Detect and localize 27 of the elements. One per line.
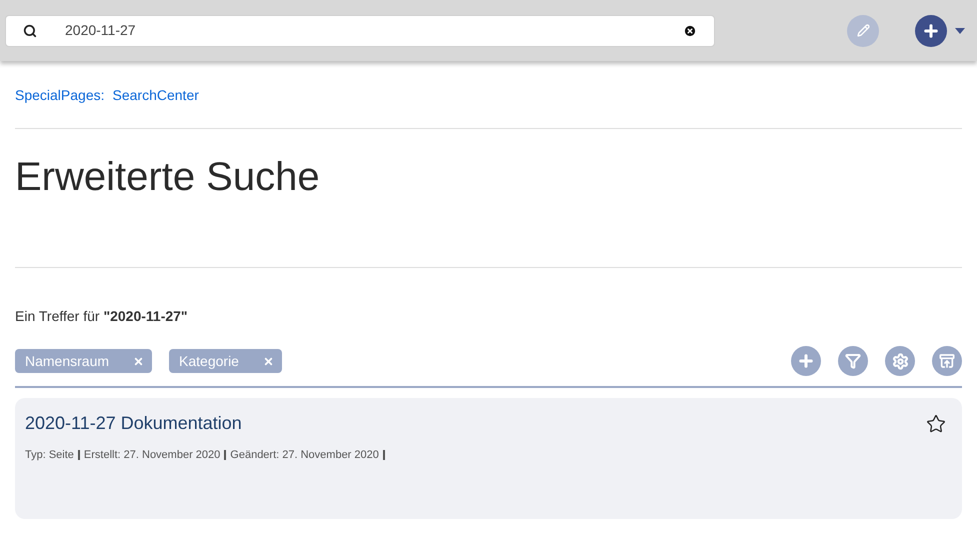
result-meta: Erstellt: 27. November 2020 — [84, 448, 220, 463]
settings-icon — [892, 352, 908, 370]
result-count: Ein Treffer für "2020-11-27" — [15, 307, 189, 326]
page-title: Erweiterte Suche — [15, 154, 321, 201]
plus-icon — [797, 352, 815, 370]
remove-icon[interactable] — [262, 356, 274, 366]
create-button[interactable] — [915, 14, 947, 46]
result-meta: Typ: Seite — [25, 448, 74, 463]
result-meta: Geändert: 27. November 2020 — [230, 448, 379, 463]
search-field[interactable]: 2020-11-27 — [5, 14, 715, 46]
result-title[interactable]: 2020-11-27 Dokumentation — [25, 413, 242, 433]
add-button[interactable] — [791, 346, 821, 376]
search-input[interactable]: 2020-11-27 — [65, 20, 683, 41]
breadcrumb-link[interactable]: SearchCenter — [112, 85, 199, 106]
breadcrumb-link[interactable]: SpecialPages: — [15, 85, 105, 106]
remove-icon[interactable] — [133, 356, 144, 366]
caret-icon[interactable] — [955, 28, 965, 34]
filter-icon — [845, 353, 861, 369]
clear-icon[interactable] — [683, 24, 697, 38]
star-icon[interactable] — [926, 414, 946, 434]
filter-button[interactable] — [838, 346, 868, 376]
settings-button[interactable] — [885, 346, 915, 376]
archive-icon — [939, 353, 955, 369]
plus-icon — [922, 22, 940, 40]
pencil-icon — [856, 24, 870, 37]
export-button[interactable] — [932, 346, 962, 376]
search-icon — [23, 24, 37, 38]
